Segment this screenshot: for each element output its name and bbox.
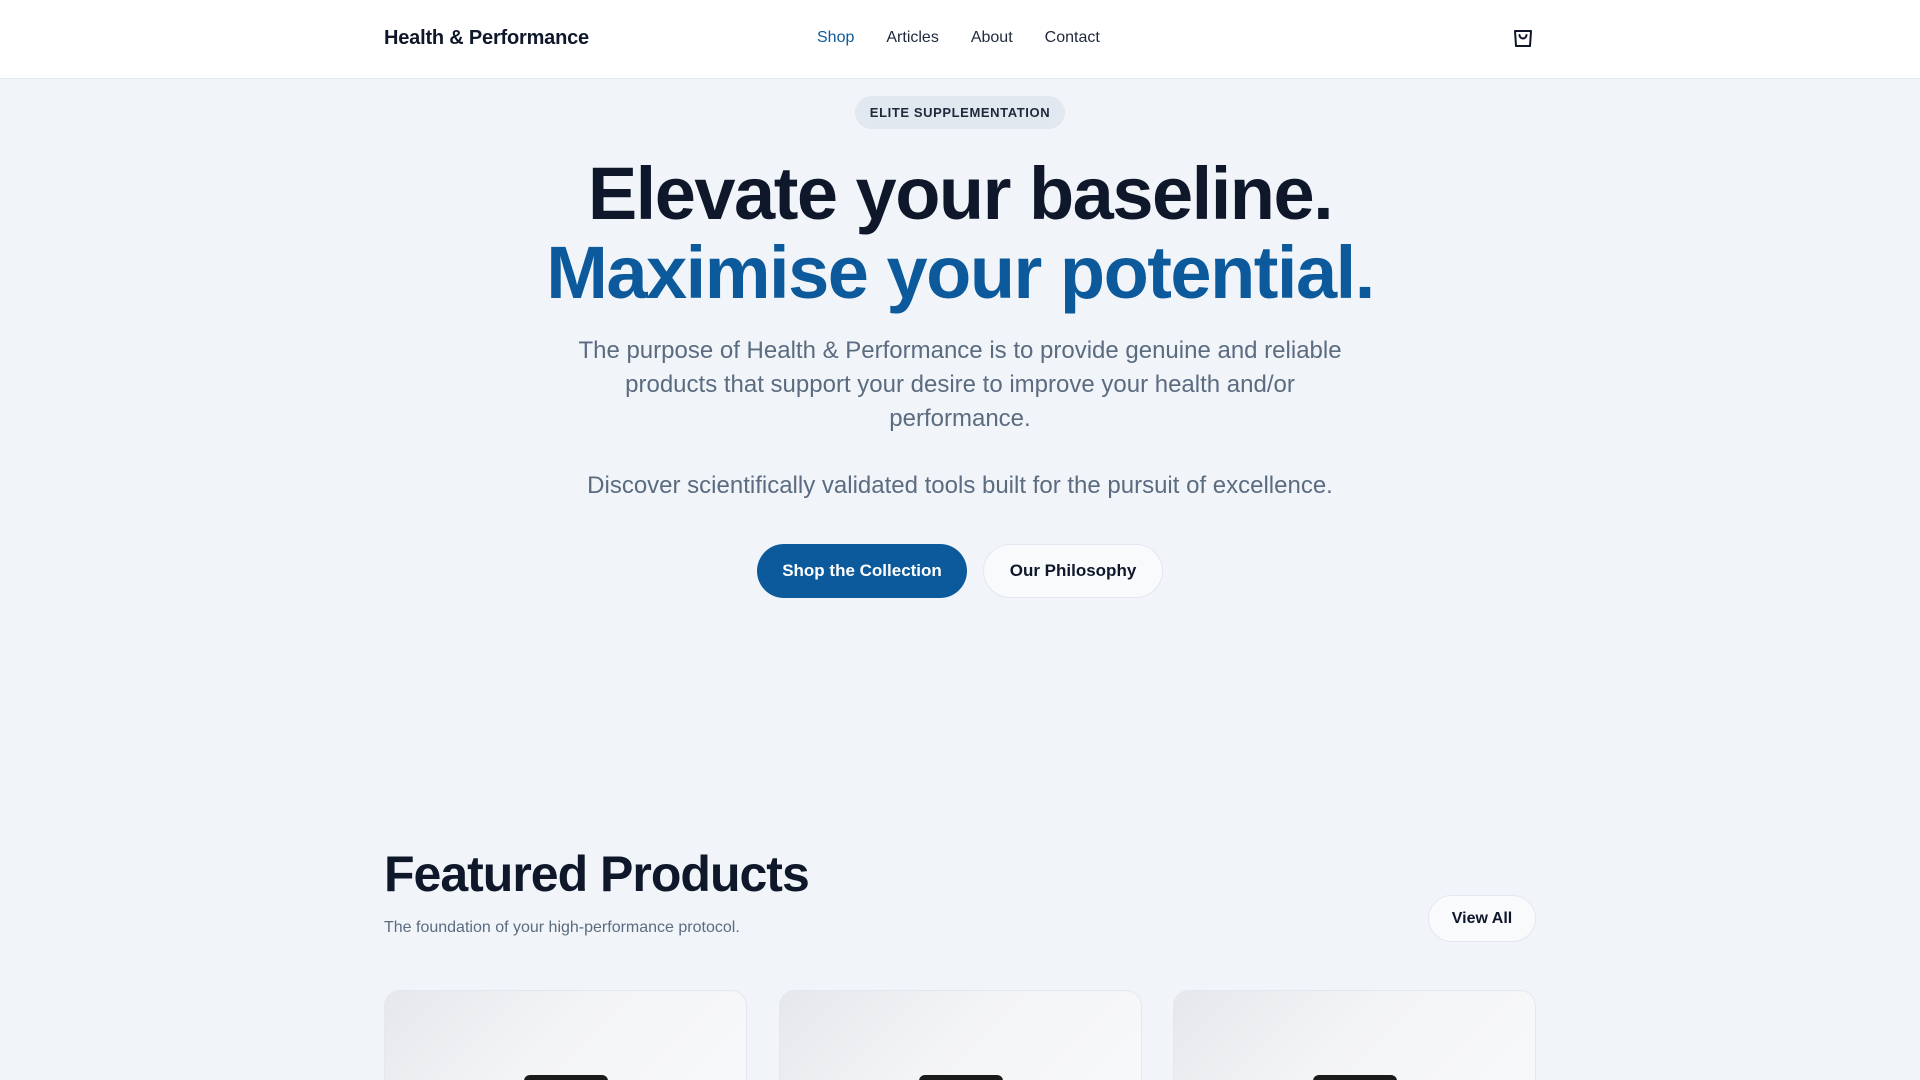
product-image [1312, 1075, 1397, 1080]
hero-badge: ELITE SUPPLEMENTATION [855, 96, 1065, 129]
nav-articles[interactable]: Articles [886, 29, 938, 47]
brand-logo[interactable]: Health & Performance [384, 27, 589, 50]
our-philosophy-button[interactable]: Our Philosophy [983, 544, 1163, 598]
product-card[interactable] [1173, 990, 1536, 1080]
product-card[interactable] [384, 990, 747, 1080]
featured-subtitle: The foundation of your high-performance … [384, 919, 740, 936]
product-card[interactable] [779, 990, 1142, 1080]
hero-title-line1: Elevate your baseline. [587, 152, 1334, 235]
hero-title-line2: Maximise your potential. [546, 231, 1375, 314]
site-header: Health & Performance Shop Articles About… [0, 0, 1920, 79]
shop-collection-button[interactable]: Shop the Collection [757, 544, 967, 598]
main-nav: Shop Articles About Contact [817, 29, 1100, 47]
nav-shop[interactable]: Shop [817, 29, 854, 47]
product-image [523, 1075, 608, 1080]
featured-title: Featured Products [384, 846, 810, 902]
hero-lead: The purpose of Health & Performance is t… [578, 337, 1342, 432]
product-image [918, 1075, 1003, 1080]
hero-lead-secondary: Discover scientifically validated tools … [587, 472, 1333, 499]
nav-contact[interactable]: Contact [1045, 29, 1100, 47]
shopping-bag-icon[interactable] [1511, 26, 1535, 50]
nav-about[interactable]: About [971, 29, 1013, 47]
view-all-button[interactable]: View All [1428, 895, 1536, 942]
